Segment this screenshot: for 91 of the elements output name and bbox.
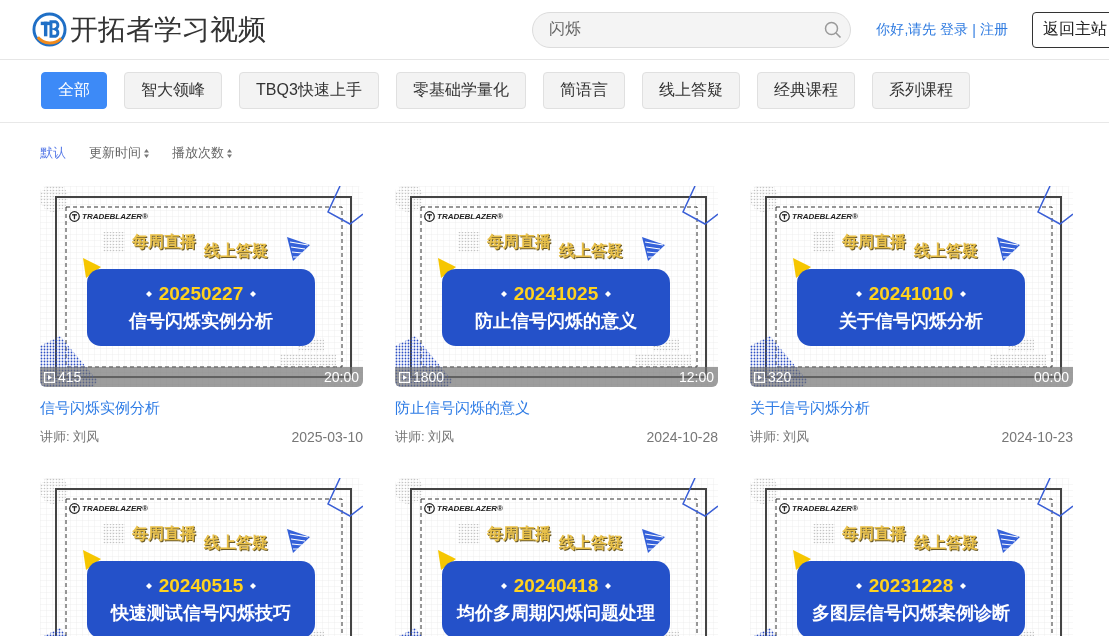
search-icon[interactable]: [824, 20, 843, 39]
cover-headline: 快速测试信号闪烁技巧: [111, 602, 291, 624]
cover-headline: 均价多周期闪烁问题处理: [457, 602, 655, 624]
cover-date: 20231228: [868, 575, 954, 596]
sort-option[interactable]: 播放次数: [172, 144, 232, 162]
diamond-icon: [500, 582, 507, 589]
home-button[interactable]: 返回主站: [1032, 11, 1109, 48]
video-title[interactable]: 信号闪烁实例分析: [40, 398, 363, 418]
brand-text: TRADEBLAZER®: [82, 211, 148, 222]
diamond-icon: [605, 582, 612, 589]
publish-date: 2024-10-23: [1001, 428, 1073, 446]
brand-logo-icon: [779, 211, 790, 222]
cover-tag: 每周直播: [132, 232, 196, 251]
diamond-icon: [960, 582, 967, 589]
diamond-icon: [960, 290, 967, 297]
cover-tag: 每周直播: [487, 232, 551, 251]
play-count: 1800: [413, 369, 445, 385]
brand-logo-icon: [779, 503, 790, 514]
register-link[interactable]: 注册: [980, 20, 1008, 39]
cover-tag: 每周直播: [842, 524, 906, 543]
category-tab[interactable]: 系列课程: [871, 72, 970, 109]
publish-date: 2025-03-10: [291, 428, 363, 446]
video-cover[interactable]: TRADEBLAZER® 每周直播 线上答疑 20241010 关于信号闪烁分析 320 00:00: [750, 186, 1073, 387]
cover-date: 20250227: [158, 283, 244, 304]
cover-headline: 信号闪烁实例分析: [129, 310, 273, 332]
category-tab[interactable]: 简语言: [542, 72, 625, 109]
cover-headline: 关于信号闪烁分析: [839, 310, 983, 332]
brand-logo-icon: [69, 503, 80, 514]
cover-headline: 防止信号闪烁的意义: [475, 310, 637, 332]
diamond-icon: [145, 290, 152, 297]
diamond-icon: [250, 582, 257, 589]
cover-tag: 线上答疑: [204, 533, 268, 552]
cover-headline: 多图层信号闪烁案例诊断: [812, 602, 1010, 624]
diamond-icon: [250, 290, 257, 297]
cover-date: 20240418: [513, 575, 599, 596]
teacher-name: 讲师: 刘风: [40, 428, 100, 446]
category-tab[interactable]: 线上答疑: [641, 72, 740, 109]
play-icon: [754, 371, 765, 383]
video-duration: 12:00: [678, 369, 714, 385]
cover-tag: 线上答疑: [559, 533, 623, 552]
cover-date: 20240515: [158, 575, 244, 596]
sort-option[interactable]: 默认: [40, 144, 66, 162]
cover-date: 20241010: [868, 283, 954, 304]
cover-date: 20241025: [513, 283, 599, 304]
cover-tag: 每周直播: [132, 524, 196, 543]
category-tab[interactable]: TBQ3快速上手: [239, 72, 379, 109]
cover-tag: 线上答疑: [914, 241, 978, 260]
play-icon: [399, 371, 410, 383]
greeting-text: 你好,请先: [876, 20, 937, 39]
teacher-name: 讲师: 刘风: [750, 428, 810, 446]
video-duration: 00:00: [1033, 369, 1069, 385]
brand-text: TRADEBLAZER®: [792, 503, 858, 514]
cover-tag: 每周直播: [842, 232, 906, 251]
brand-logo-icon: [424, 211, 435, 222]
video-title[interactable]: 关于信号闪烁分析: [750, 398, 1073, 418]
site-title: 开拓者学习视频: [70, 12, 266, 47]
login-link[interactable]: 登录: [940, 20, 969, 39]
video-cover[interactable]: TRADEBLAZER® 每周直播 线上答疑 20250227 信号闪烁实例分析 415 20:00: [40, 186, 363, 387]
brand-logo-icon: [69, 211, 80, 222]
diamond-icon: [855, 582, 862, 589]
play-icon: [44, 371, 55, 383]
video-duration: 20:00: [323, 369, 359, 385]
teacher-name: 讲师: 刘风: [395, 428, 455, 446]
video-title[interactable]: 防止信号闪烁的意义: [395, 398, 718, 418]
video-cover[interactable]: TRADEBLAZER® 每周直播 线上答疑 20241025 防止信号闪烁的意义 1800 12:00: [395, 186, 718, 387]
brand-logo-icon: [424, 503, 435, 514]
diamond-icon: [500, 290, 507, 297]
logo-icon[interactable]: [32, 12, 67, 47]
brand-text: TRADEBLAZER®: [437, 211, 503, 222]
play-count: 320: [768, 369, 792, 385]
play-count: 415: [58, 369, 82, 385]
brand-text: TRADEBLAZER®: [82, 503, 148, 514]
diamond-icon: [145, 582, 152, 589]
video-cover[interactable]: TRADEBLAZER® 每周直播 线上答疑 20231228 多图层信号闪烁案例诊断: [750, 478, 1073, 636]
video-cover[interactable]: TRADEBLAZER® 每周直播 线上答疑 20240418 均价多周期闪烁问题处理: [395, 478, 718, 636]
cover-tag: 线上答疑: [914, 533, 978, 552]
link-separator: |: [972, 21, 976, 38]
cover-tag: 线上答疑: [559, 241, 623, 260]
brand-text: TRADEBLAZER®: [792, 211, 858, 222]
cover-tag: 每周直播: [487, 524, 551, 543]
sort-option[interactable]: 更新时间: [89, 144, 149, 162]
brand-text: TRADEBLAZER®: [437, 503, 503, 514]
category-tab[interactable]: 经典课程: [756, 72, 855, 109]
video-cover[interactable]: TRADEBLAZER® 每周直播 线上答疑 20240515 快速测试信号闪烁技巧: [40, 478, 363, 636]
category-tab[interactable]: 智大领峰: [124, 72, 222, 109]
category-tab[interactable]: 零基础学量化: [395, 72, 526, 109]
diamond-icon: [855, 290, 862, 297]
publish-date: 2024-10-28: [646, 428, 718, 446]
diamond-icon: [605, 290, 612, 297]
search-field[interactable]: 闪烁: [532, 11, 852, 48]
cover-tag: 线上答疑: [204, 241, 268, 260]
